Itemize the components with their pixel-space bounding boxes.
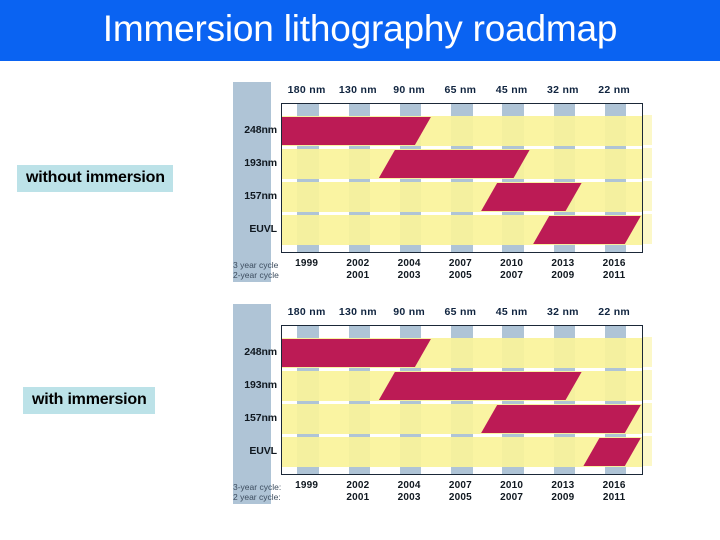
node-label-90-nm: 90 nm (393, 84, 426, 96)
year-column-22-nm: 2016 2011 (588, 480, 640, 503)
title-banner: Immersion lithography roadmap (0, 0, 720, 61)
year-column-90-nm: 2004 2003 (383, 480, 435, 503)
year-two-year: 2011 (602, 270, 626, 281)
bar-157nm (481, 183, 582, 211)
row-label-euvl: EUVL (249, 223, 277, 235)
node-labels-row: 180 nm 130 nm 90 nm 65 nm 45 nm 32 nm 22 nm (281, 306, 643, 324)
row-label-157nm: 157nm (244, 190, 277, 202)
row-label-248nm: 248nm (244, 346, 277, 358)
row-band-overhang (643, 370, 652, 400)
year-column-32-nm: 2013 2009 (537, 258, 589, 281)
year-two-year: 2001 (346, 270, 370, 281)
node-label-180-nm: 180 nm (287, 306, 326, 318)
year-column-180-nm: 1999 (281, 258, 333, 270)
row-band-overhang (643, 436, 652, 466)
node-label-130-nm: 130 nm (338, 306, 377, 318)
row-label-panel (233, 304, 271, 504)
row-label-157nm: 157nm (244, 412, 277, 424)
row-band-overhang (643, 148, 652, 178)
chart-with-immersion: 180 nm 130 nm 90 nm 65 nm 45 nm 32 nm 22 nm 24… (225, 300, 652, 510)
year-three-year: 2004 (397, 480, 421, 491)
row-band-overhang (643, 403, 652, 433)
two-year-cycle-caption: 2-year cycle (233, 270, 279, 280)
node-label-45-nm: 45 nm (495, 306, 528, 318)
node-label-130-nm: 130 nm (338, 84, 377, 96)
plot-area (281, 325, 643, 475)
year-two-year: 2003 (397, 492, 421, 503)
bar-157nm (481, 405, 641, 433)
year-column-130-nm: 2002 2001 (332, 480, 384, 503)
year-three-year: 2016 (602, 258, 626, 269)
year-three-year: 2010 (500, 480, 524, 491)
year-two-year: 2005 (448, 492, 472, 503)
year-three-year: 2010 (500, 258, 524, 269)
plot-area (281, 103, 643, 253)
two-year-cycle-caption: 2 year cycle: (233, 492, 281, 502)
node-label-32-nm: 32 nm (546, 84, 579, 96)
year-column-65-nm: 2007 2005 (434, 480, 486, 503)
year-three-year: 2013 (551, 258, 575, 269)
year-two-year: 2003 (397, 270, 421, 281)
bar-193nm (378, 150, 530, 178)
row-band-overhang (643, 337, 652, 367)
year-three-year: 2013 (551, 480, 575, 491)
three-year-cycle-caption: 3 year cycle (233, 260, 279, 270)
row-label-193nm: 193nm (244, 379, 277, 391)
row-band-overhang (643, 214, 652, 244)
node-label-32-nm: 32 nm (546, 306, 579, 318)
row-label-panel (233, 82, 271, 282)
three-year-cycle-caption: 3-year cycle: (233, 482, 282, 492)
year-three-year: 2007 (448, 480, 472, 491)
year-three-year: 2016 (602, 480, 626, 491)
node-label-22-nm: 22 nm (598, 306, 631, 318)
year-two-year: 2009 (551, 492, 575, 503)
year-column-22-nm: 2016 2011 (588, 258, 640, 281)
bar-euvl (533, 216, 641, 244)
row-label-euvl: EUVL (249, 445, 277, 457)
node-labels-row: 180 nm 130 nm 90 nm 65 nm 45 nm 32 nm 22 nm (281, 84, 643, 102)
chart-without-immersion: 180 nm 130 nm 90 nm 65 nm 45 nm 32 nm 22 nm 24… (225, 78, 652, 288)
node-label-65-nm: 65 nm (444, 306, 477, 318)
year-three-year: 2007 (448, 258, 472, 269)
bar-248nm (282, 117, 431, 145)
year-column-45-nm: 2010 2007 (486, 480, 538, 503)
row-label-248nm: 248nm (244, 124, 277, 136)
node-label-90-nm: 90 nm (393, 306, 426, 318)
year-column-45-nm: 2010 2007 (486, 258, 538, 281)
caption-with-immersion: with immersion (23, 387, 155, 414)
year-two-year: 2011 (602, 492, 626, 503)
year-two-year: 2007 (500, 492, 524, 503)
year-three-year: 2004 (397, 258, 421, 269)
year-two-year: 2005 (448, 270, 472, 281)
row-band-overhang (643, 181, 652, 211)
year-three-year: 2002 (346, 480, 370, 491)
year-three-year: 1999 (295, 480, 319, 491)
row-band-157nm (282, 182, 642, 212)
year-column-32-nm: 2013 2009 (537, 480, 589, 503)
row-band-overhang (643, 115, 652, 145)
row-label-193nm: 193nm (244, 157, 277, 169)
year-two-year: 2001 (346, 492, 370, 503)
year-column-180-nm: 1999 (281, 480, 333, 492)
year-two-year: 2009 (551, 270, 575, 281)
node-label-65-nm: 65 nm (444, 84, 477, 96)
node-label-22-nm: 22 nm (598, 84, 631, 96)
bar-193nm (378, 372, 582, 400)
caption-without-immersion: without immersion (17, 165, 173, 192)
year-column-65-nm: 2007 2005 (434, 258, 486, 281)
node-label-180-nm: 180 nm (287, 84, 326, 96)
page-title: Immersion lithography roadmap (102, 8, 618, 49)
bar-248nm (282, 339, 431, 367)
year-three-year: 2002 (346, 258, 370, 269)
year-column-130-nm: 2002 2001 (332, 258, 384, 281)
year-two-year: 2007 (500, 270, 524, 281)
year-three-year: 1999 (295, 258, 319, 269)
node-label-45-nm: 45 nm (495, 84, 528, 96)
year-column-90-nm: 2004 2003 (383, 258, 435, 281)
